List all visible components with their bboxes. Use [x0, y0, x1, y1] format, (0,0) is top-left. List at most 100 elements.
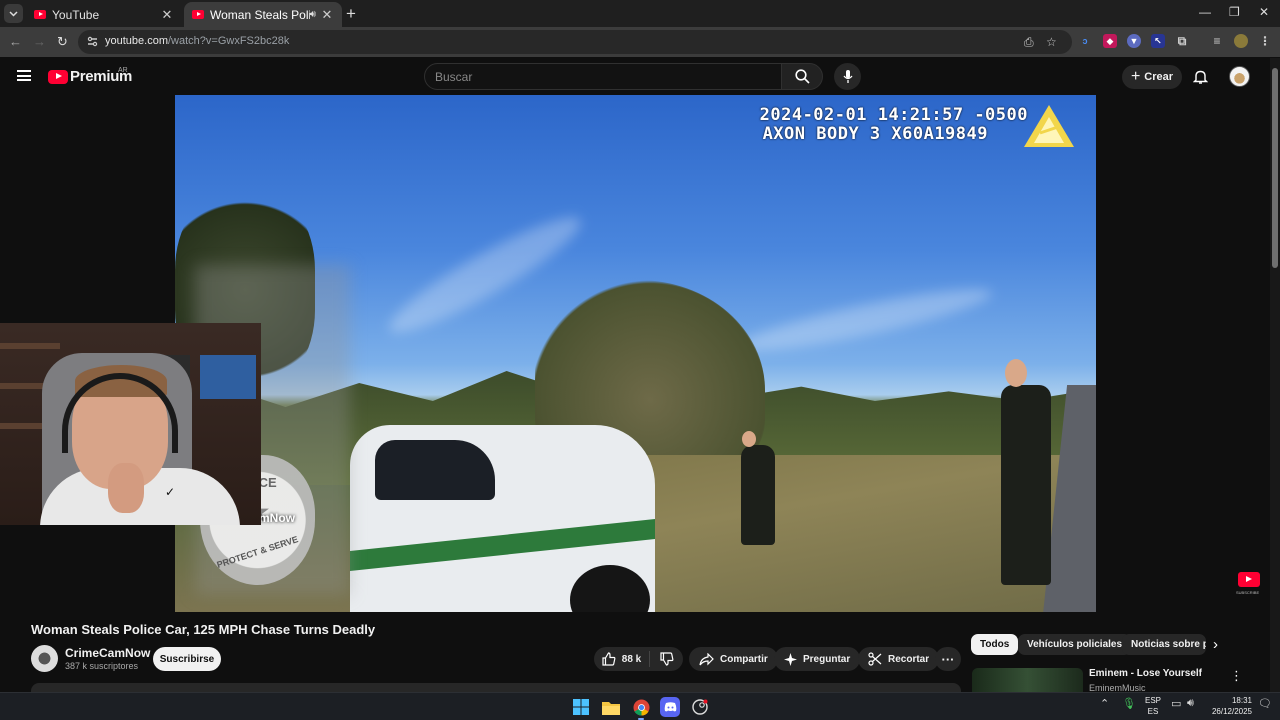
thumbs-up-icon [602, 652, 616, 666]
windows-start-icon[interactable] [571, 697, 591, 717]
streamer-hand [108, 463, 144, 513]
clip-label: Recortar [888, 653, 930, 665]
steam-icon[interactable] [690, 697, 710, 717]
video-police-car-window [375, 440, 495, 500]
clock-time: 18:31 [1231, 696, 1252, 705]
subscribe-button[interactable]: Suscribirse [153, 647, 221, 671]
shelf [0, 343, 60, 349]
sparkle-icon [784, 652, 797, 666]
video-player[interactable]: ★ PROTECT & SERVE ICE mNow 2024-02-01 14… [175, 95, 1096, 612]
site-info-icon[interactable] [86, 35, 99, 48]
channel-avatar[interactable] [31, 645, 58, 672]
menu-icon[interactable] [17, 70, 31, 81]
extension-cursor-icon[interactable]: ↖ [1151, 34, 1165, 48]
more-actions-icon[interactable]: ··· [935, 647, 961, 671]
clip-button[interactable]: Recortar [858, 647, 940, 671]
reading-list-icon[interactable]: ≡ [1210, 34, 1224, 48]
country-code: AR [118, 67, 128, 74]
thumbs-down-icon [659, 652, 673, 666]
nike-logo-icon: ✓ [165, 485, 176, 499]
create-button[interactable]: + Crear [1122, 65, 1182, 89]
close-window-icon[interactable]: ✕ [1259, 5, 1269, 19]
like-count: 88 k [621, 653, 642, 665]
browser-tab-youtube[interactable]: YouTube ✕ [26, 2, 182, 27]
ask-button[interactable]: Preguntar [774, 647, 861, 671]
file-explorer-icon[interactable] [601, 697, 621, 717]
microphone-icon [842, 70, 853, 83]
create-label: Crear [1144, 71, 1174, 83]
scrollbar-thumb[interactable] [1272, 68, 1278, 268]
voice-search-button[interactable] [834, 63, 861, 90]
subscribe-watermark-label: SUBSCRIBE [1236, 590, 1260, 595]
network-icon[interactable]: ▭ [1171, 697, 1181, 710]
chip-police-vehicles[interactable]: Vehículos policiales [1018, 634, 1132, 655]
video-timestamp: 2024-02-01 14:21:57 -0500 [759, 105, 1028, 125]
video-officer [1001, 385, 1051, 585]
clock-date: 26/12/2025 [1211, 707, 1252, 716]
video-officer [741, 445, 775, 545]
like-button[interactable]: 88 k [594, 651, 650, 667]
close-tab-icon[interactable]: ✕ [160, 7, 174, 23]
close-tab-icon[interactable]: ✕ [320, 7, 334, 23]
system-clock[interactable]: 18:31 26/12/2025 [1208, 695, 1252, 717]
plus-icon: + [1130, 68, 1141, 85]
sky-cloud [734, 278, 996, 362]
chevron-down-icon [9, 10, 18, 17]
notifications-bell-icon[interactable] [1193, 69, 1208, 85]
chip-all[interactable]: Todos [971, 634, 1019, 655]
tray-overflow-chevron-icon[interactable]: ⌃ [1100, 697, 1109, 710]
windows-taskbar: ⌃ 🎙︎ ESP ES ▭ 🔊︎ 18:31 26/12/2025 🗨︎ [0, 692, 1280, 720]
discord-icon[interactable] [660, 697, 680, 717]
bookmark-star-icon[interactable]: ☆ [1046, 35, 1057, 49]
channel-name[interactable]: CrimeCamNow [65, 646, 150, 660]
speaker-icon[interactable]: 🔊︎ [310, 9, 316, 20]
wall-poster [200, 355, 256, 399]
microphone-in-use-icon[interactable]: 🎙︎ [1122, 697, 1136, 710]
tab-title: YouTube [52, 7, 100, 22]
chip-police-news[interactable]: Noticias sobre po [1122, 634, 1206, 655]
chevron-right-icon[interactable]: › [1213, 636, 1218, 653]
video-officer-head [742, 431, 756, 447]
search-placeholder: Buscar [435, 70, 473, 84]
extensions-puzzle-icon[interactable]: ⧉ [1175, 34, 1189, 48]
notification-center-icon[interactable]: 🗨︎ [1258, 697, 1272, 710]
reload-icon[interactable]: ↻ [57, 34, 68, 50]
restore-icon[interactable]: ❐ [1229, 5, 1240, 19]
extension-vpn-icon[interactable]: ▼ [1127, 34, 1141, 48]
language-indicator[interactable]: ESP ES [1145, 695, 1161, 717]
tab-search-button[interactable] [4, 4, 23, 23]
subscribe-watermark-icon[interactable] [1238, 572, 1260, 587]
back-icon[interactable]: ← [9, 34, 22, 49]
language-top: ESP [1145, 696, 1162, 705]
streamer-webcam-overlay: ✓ [0, 323, 261, 525]
browser-tab-video[interactable]: Woman Steals Police Car, 12 🔊︎ ✕ [184, 2, 342, 27]
extension-shield-icon[interactable]: ◆ [1103, 34, 1117, 48]
search-icon [794, 69, 810, 84]
page-scrollbar[interactable] [1270, 58, 1280, 693]
youtube-favicon-icon [192, 10, 204, 19]
recommendation-title[interactable]: Eminem - Lose Yourself [1089, 668, 1202, 679]
share-label: Compartir [720, 653, 768, 665]
video-title: Woman Steals Police Car, 125 MPH Chase T… [31, 622, 376, 637]
chrome-icon[interactable] [631, 697, 651, 717]
share-arrow-icon [699, 652, 714, 665]
share-button[interactable]: Compartir [689, 647, 778, 671]
recommendation-menu-icon[interactable]: ⋮ [1230, 668, 1243, 684]
browser-menu-icon[interactable]: ⋮ [1258, 34, 1272, 48]
volume-icon[interactable]: 🔊︎ [1187, 697, 1194, 710]
badge-text: PROTECT & SERVE [215, 534, 300, 570]
address-bar[interactable]: youtube.com/watch?v=GwxFS2bc28k ⎙ ☆ [78, 30, 1072, 54]
search-button[interactable] [781, 63, 823, 90]
search-input[interactable]: Buscar [424, 63, 782, 90]
account-avatar[interactable] [1229, 66, 1250, 87]
new-tab-icon[interactable]: + [346, 4, 356, 24]
extension-translate-icon[interactable]: ↄ [1078, 34, 1092, 48]
forward-icon[interactable]: → [33, 34, 46, 49]
recommendation-thumbnail[interactable] [972, 668, 1083, 693]
profile-avatar[interactable] [1234, 34, 1248, 48]
minimize-icon[interactable]: — [1199, 5, 1211, 19]
axon-logo-icon [1024, 105, 1074, 147]
youtube-header: Premium AR Buscar + Crear [0, 57, 1280, 95]
install-app-icon[interactable]: ⎙ [1024, 35, 1034, 50]
dislike-button[interactable] [650, 652, 683, 666]
